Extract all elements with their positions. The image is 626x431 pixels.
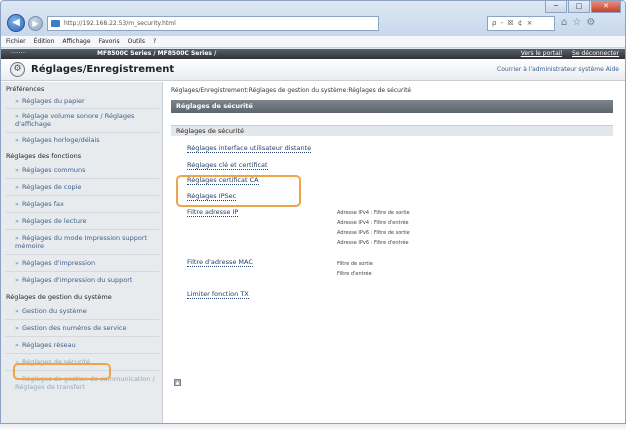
sidebar-item-print[interactable]: Réglages d'impression	[15, 259, 161, 267]
menu-outils[interactable]: Outils	[128, 36, 145, 47]
sidebar-section-preferences: Préférences	[6, 85, 45, 93]
sidebar-item-paper[interactable]: Réglages du papier	[15, 97, 161, 105]
main-content: Réglages/Enregistrement:Réglages de gest…	[171, 82, 617, 423]
brand-links: Vers le portail Se déconnecter	[513, 49, 619, 59]
sidebar-section-functions: Réglages des fonctions	[6, 152, 82, 160]
toolbar-icons: ⌂ ☆ ⚙	[561, 17, 595, 29]
menu-favoris[interactable]: Favoris	[99, 36, 120, 47]
sidebar-section-system: Réglages de gestion du système	[6, 293, 112, 301]
site-favicon-icon	[51, 20, 60, 27]
link-remote-ui-settings[interactable]: Réglages interface utilisateur distante	[187, 144, 312, 153]
ip-filter-value: Adresse IPv6 : Filtre d'entrée	[337, 240, 409, 246]
page-title: Réglages/Enregistrement	[31, 64, 175, 75]
menu-fichier[interactable]: Fichier	[6, 36, 26, 47]
sidebar-item-copy[interactable]: Réglages de copie	[15, 183, 161, 191]
sidebar-item-memory-print[interactable]: Réglages du mode Impression support mémo…	[15, 234, 161, 250]
highlight-callout	[176, 175, 301, 207]
mac-filter-value: Filtre d'entrée	[337, 271, 372, 277]
sidebar-item-media-print[interactable]: Réglages d'impression du support	[15, 276, 161, 284]
sidebar-item-common[interactable]: Réglages communs	[15, 166, 161, 174]
address-text: http://192.168.22.53/m_security.html	[64, 20, 176, 27]
home-icon[interactable]: ⌂	[561, 17, 567, 29]
sidebar-item-clock[interactable]: Réglages horloge/délais	[15, 136, 161, 144]
gear-icon[interactable]: ⚙	[586, 17, 595, 29]
menu-affichage[interactable]: Affichage	[62, 36, 90, 47]
sidebar-item-volume-display[interactable]: Réglage volume sonore / Réglages d'affic…	[15, 112, 161, 128]
forward-button[interactable]: ▶	[28, 16, 43, 31]
close-button[interactable]: ✕	[591, 1, 621, 13]
ip-filter-value: Adresse IPv4 : Filtre de sortie	[337, 210, 410, 216]
menu-help[interactable]: ?	[153, 36, 156, 47]
address-bar[interactable]: http://192.168.22.53/m_security.html	[47, 16, 379, 31]
back-button[interactable]: ◀	[7, 14, 25, 32]
breadcrumb: Réglages/Enregistrement:Réglages de gest…	[171, 87, 412, 94]
mac-filter-value: Filtre de sortie	[337, 261, 373, 267]
portal-link[interactable]: Vers le portail	[521, 50, 562, 57]
highlight-callout	[13, 363, 111, 380]
window-controls: ─ □ ✕	[545, 1, 621, 13]
sidebar-item-service-numbers[interactable]: Gestion des numéros de service	[15, 324, 161, 332]
back-to-top-button[interactable]: ▲	[174, 379, 181, 386]
sidebar-item-system-mgmt[interactable]: Gestion du système	[15, 307, 161, 315]
menu-bar: Fichier Édition Affichage Favoris Outils…	[1, 36, 625, 48]
sidebar-item-scan[interactable]: Réglages de lecture	[15, 217, 161, 225]
ip-filter-value: Adresse IPv6 : Filtre de sortie	[337, 230, 410, 236]
page-header: ⚙ Réglages/Enregistrement Courrier à l'a…	[1, 59, 625, 81]
logout-link[interactable]: Se déconnecter	[572, 50, 619, 57]
browser-window: ─ □ ✕ ◀ ▶ http://192.168.22.53/m_securit…	[0, 0, 626, 424]
sidebar-item-fax[interactable]: Réglages fax	[15, 200, 161, 208]
subsection-header: Réglages de sécurité	[171, 125, 613, 136]
sidebar-item-network[interactable]: Réglages réseau	[15, 341, 161, 349]
brand-bar: ········ MF8500C Series / MF8500C Series…	[1, 49, 625, 59]
minimize-button[interactable]: ─	[545, 1, 567, 13]
link-key-certificate[interactable]: Réglages clé et certificat	[187, 161, 268, 170]
device-name: ········	[11, 50, 27, 57]
maximize-button[interactable]: □	[568, 1, 590, 13]
settings-icon: ⚙	[10, 62, 25, 77]
admin-mail-link[interactable]: Courrier à l'administrateur système Aide	[497, 66, 619, 73]
address-actions[interactable]: ρ - ☒ ¢ ×	[487, 16, 555, 31]
section-header: Réglages de sécurité	[171, 100, 613, 113]
ip-filter-value: Adresse IPv4 : Filtre d'entrée	[337, 220, 409, 226]
browser-toolbar: ─ □ ✕ ◀ ▶ http://192.168.22.53/m_securit…	[1, 1, 625, 36]
link-limit-tx[interactable]: Limiter fonction TX	[187, 290, 249, 299]
model-name: MF8500C Series / MF8500C Series /	[97, 50, 217, 57]
link-ip-filter[interactable]: Filtre adresse IP	[187, 208, 239, 217]
menu-edition[interactable]: Édition	[34, 36, 55, 47]
link-mac-filter[interactable]: Filtre d'adresse MAC	[187, 258, 253, 267]
star-icon[interactable]: ☆	[572, 17, 581, 29]
